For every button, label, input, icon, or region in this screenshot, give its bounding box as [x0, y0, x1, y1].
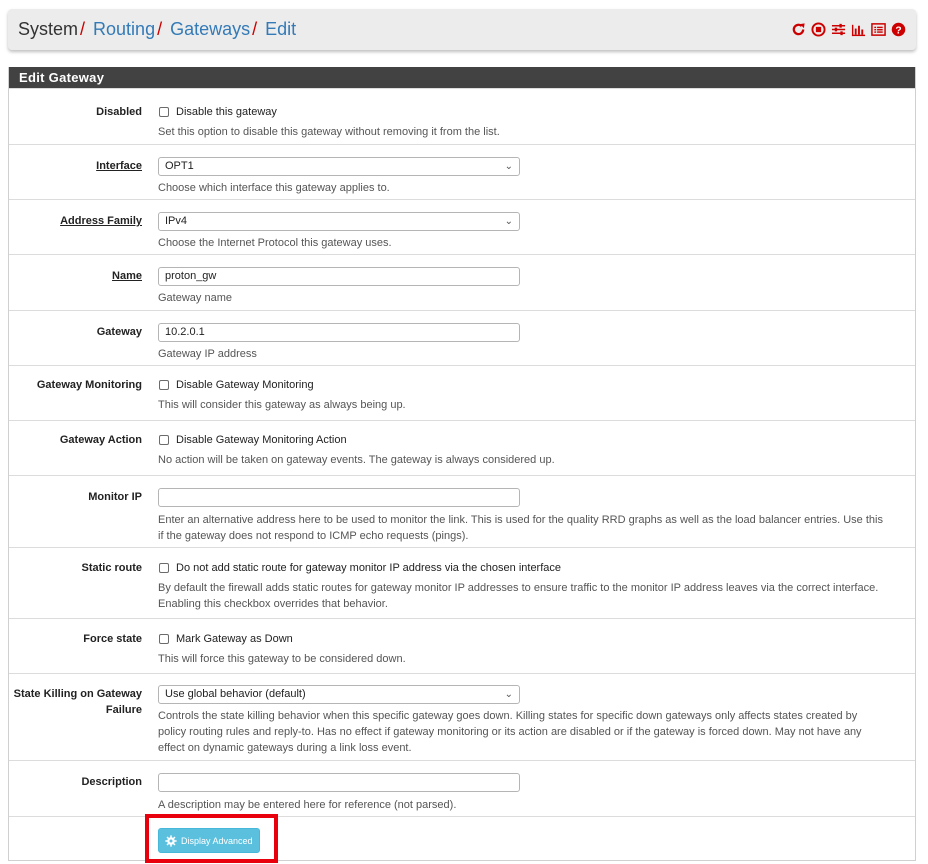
- field-label: Force state: [83, 633, 142, 645]
- checkbox-box[interactable]: [159, 634, 169, 644]
- name-input[interactable]: proton_gw: [158, 267, 520, 286]
- field-label: Interface: [96, 160, 142, 172]
- help-text: Gateway IP address: [158, 348, 257, 360]
- sliders-icon[interactable]: [830, 21, 846, 37]
- svg-text:?: ?: [895, 25, 901, 36]
- row-disabled: Disabled Disable this gateway Set this o…: [9, 88, 915, 144]
- row-gateway: Gateway 10.2.0.1 Gateway IP address: [9, 310, 915, 365]
- reload-icon[interactable]: [790, 21, 806, 37]
- chevron-down-icon: ⌄: [504, 161, 513, 172]
- mark-gateway-down-checkbox[interactable]: Mark Gateway as Down: [158, 631, 886, 647]
- stop-icon[interactable]: [810, 21, 826, 37]
- help-text: By default the firewall adds static rout…: [158, 582, 879, 610]
- disable-gateway-checkbox[interactable]: Disable this gateway: [158, 104, 886, 120]
- field-label: Address Family: [60, 215, 142, 227]
- help-text: Choose which interface this gateway appl…: [158, 182, 390, 194]
- field-label: Gateway Action: [59, 434, 142, 446]
- field-label: Name: [112, 270, 142, 282]
- address-family-select[interactable]: IPv4 ⌄: [158, 212, 520, 231]
- help-text: This will consider this gateway as alway…: [158, 399, 406, 411]
- panel-title: Edit Gateway: [9, 67, 915, 88]
- field-label: Static route: [81, 562, 142, 574]
- field-label: Gateway Monitoring: [36, 379, 142, 391]
- row-state-killing: State Killing on Gateway Failure Use glo…: [9, 673, 915, 760]
- row-interface: Interface OPT1 ⌄ Choose which interface …: [9, 144, 915, 199]
- field-label: Gateway: [96, 326, 142, 338]
- checkbox-label: Disable this gateway: [176, 106, 277, 118]
- row-static-route: Static route Do not add static route for…: [9, 547, 915, 618]
- breadcrumb-separator: /: [252, 19, 258, 39]
- help-text: No action will be taken on gateway event…: [158, 454, 555, 466]
- help-text: Enter an alternative address here to be …: [158, 514, 883, 542]
- help-text: Controls the state killing behavior when…: [158, 710, 862, 754]
- checkbox-box[interactable]: [159, 380, 169, 390]
- chevron-down-icon: ⌄: [504, 216, 513, 227]
- chart-icon[interactable]: [850, 21, 866, 37]
- checkbox-label: Mark Gateway as Down: [176, 633, 293, 645]
- field-label: Description: [81, 776, 142, 788]
- breadcrumb-separator: /: [157, 19, 163, 39]
- breadcrumb-routing[interactable]: Routing: [93, 19, 155, 40]
- highlight-box: [145, 814, 278, 863]
- help-text: A description may be entered here for re…: [158, 799, 457, 811]
- row-gateway-monitoring: Gateway Monitoring Disable Gateway Monit…: [9, 365, 915, 420]
- no-static-route-checkbox[interactable]: Do not add static route for gateway moni…: [158, 560, 886, 576]
- field-label-line: State Killing on Gateway: [13, 688, 142, 700]
- field-label: State Killing on Gateway Failure: [9, 685, 149, 760]
- disable-monitoring-checkbox[interactable]: Disable Gateway Monitoring: [158, 377, 886, 393]
- checkbox-label: Disable Gateway Monitoring Action: [176, 434, 347, 446]
- row-name: Name proton_gw Gateway name: [9, 254, 915, 310]
- row-force-state: Force state Mark Gateway as Down This wi…: [9, 618, 915, 673]
- select-value: Use global behavior (default): [165, 688, 306, 700]
- checkbox-box[interactable]: [159, 107, 169, 117]
- checkbox-box[interactable]: [159, 563, 169, 573]
- field-label-line: Failure: [105, 704, 142, 716]
- field-label: Monitor IP: [88, 491, 142, 503]
- breadcrumb-gateways[interactable]: Gateways: [170, 19, 250, 40]
- breadcrumb-system: System: [18, 19, 79, 39]
- chevron-down-icon: ⌄: [504, 689, 513, 700]
- checkbox-box[interactable]: [159, 435, 169, 445]
- edit-gateway-panel: Edit Gateway Disabled Disable this gatew…: [8, 67, 916, 861]
- help-text: Set this option to disable this gateway …: [158, 126, 500, 138]
- help-text: This will force this gateway to be consi…: [158, 653, 406, 665]
- header-toolbar: ?: [790, 21, 906, 37]
- row-gateway-action: Gateway Action Disable Gateway Monitorin…: [9, 420, 915, 475]
- interface-select[interactable]: OPT1 ⌄: [158, 157, 520, 176]
- checkbox-label: Do not add static route for gateway moni…: [176, 562, 562, 574]
- row-address-family: Address Family IPv4 ⌄ Choose the Interne…: [9, 199, 915, 254]
- help-icon[interactable]: ?: [890, 21, 906, 37]
- input-value: 10.2.0.1: [165, 326, 205, 338]
- list-icon[interactable]: [870, 21, 886, 37]
- breadcrumb-separator: /: [80, 19, 86, 39]
- state-killing-select[interactable]: Use global behavior (default) ⌄: [158, 685, 520, 704]
- breadcrumb-edit[interactable]: Edit: [265, 19, 296, 40]
- input-value: proton_gw: [165, 270, 217, 282]
- monitor-ip-input[interactable]: [158, 488, 520, 507]
- field-label: Disabled: [96, 106, 142, 118]
- row-description: Description A description may be entered…: [9, 760, 915, 816]
- disable-monitoring-action-checkbox[interactable]: Disable Gateway Monitoring Action: [158, 432, 886, 448]
- gateway-input[interactable]: 10.2.0.1: [158, 323, 520, 342]
- help-text: Choose the Internet Protocol this gatewa…: [158, 237, 392, 249]
- checkbox-label: Disable Gateway Monitoring: [176, 379, 314, 391]
- page-header: System / Routing / Gateways / Edit ?: [8, 9, 916, 50]
- description-input[interactable]: [158, 773, 520, 792]
- row-monitor-ip: Monitor IP Enter an alternative address …: [9, 475, 915, 547]
- select-value: OPT1: [165, 160, 194, 172]
- select-value: IPv4: [165, 215, 188, 227]
- help-text: Gateway name: [158, 292, 232, 304]
